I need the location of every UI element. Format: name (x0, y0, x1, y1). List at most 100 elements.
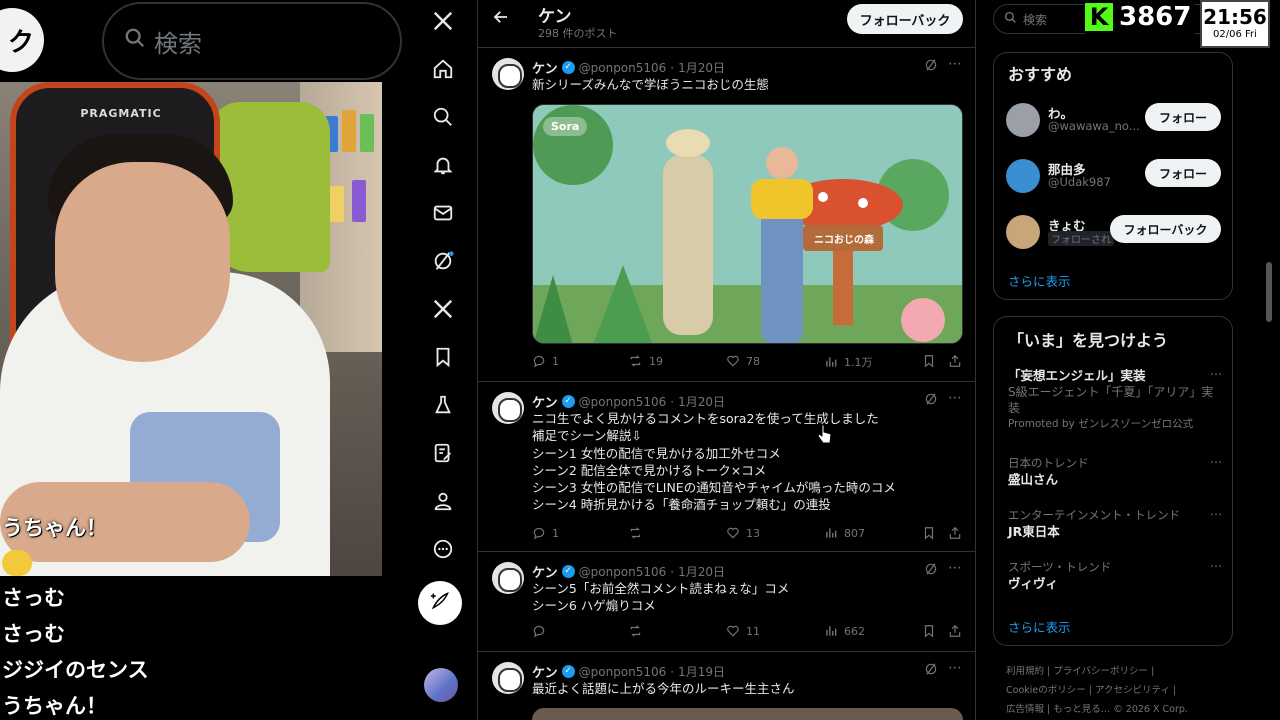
view-count: 1.1万 (844, 356, 873, 369)
post-avatar[interactable] (492, 562, 524, 594)
repost-button[interactable]: 19 (628, 354, 663, 368)
trend-item[interactable]: 日本のトレンド 盛山さん ⋯ (1008, 455, 1222, 488)
follow-button[interactable]: フォロー (1145, 159, 1221, 187)
like-button[interactable]: 78 (726, 354, 760, 368)
views-button[interactable]: 1.1万 (824, 354, 873, 370)
profile-icon[interactable] (430, 488, 456, 514)
dot-separator: · (670, 394, 675, 409)
compose-post-button[interactable] (418, 581, 462, 625)
post-date[interactable]: 1月20日 (678, 59, 725, 76)
post-author[interactable]: ケン ✓ @ponpon5106 · 1月20日 (532, 392, 725, 412)
post[interactable]: ケン ✓ @ponpon5106 · 1月20日 ⋯ シーン5「お前全然コメント… (478, 552, 975, 652)
scrollbar-thumb[interactable] (1266, 262, 1272, 322)
avatar[interactable] (1006, 215, 1040, 249)
bookmark-icon[interactable] (430, 344, 456, 370)
post-avatar[interactable] (492, 58, 524, 90)
post-author[interactable]: ケン ✓ @ponpon5106 · 1月20日 (532, 58, 725, 78)
more-options-icon[interactable]: ⋯ (948, 660, 962, 676)
follow-back-button[interactable]: フォローバック (847, 4, 963, 34)
trend-category: スポーツ・トレンド (1008, 560, 1112, 574)
post-date[interactable]: 1月19日 (678, 663, 725, 680)
follow-button[interactable]: フォロー (1145, 103, 1221, 131)
repost-button[interactable] (628, 624, 649, 638)
grok-icon[interactable] (924, 392, 938, 410)
x-premium-icon[interactable] (430, 296, 456, 322)
bookmark-button[interactable] (922, 624, 936, 638)
reply-button[interactable]: 1 (532, 526, 559, 540)
suggestion-item[interactable]: わ。 @wawawa_no... フォロー (1006, 99, 1226, 139)
post-author[interactable]: ケン ✓ @ponpon5106 · 1月20日 (532, 562, 725, 582)
post-date[interactable]: 1月20日 (678, 393, 725, 410)
post-avatar[interactable] (492, 392, 524, 424)
post[interactable]: ケン ✓ @ponpon5106 · 1月20日 ⋯ 新シリーズみんなで学ぼうニ… (478, 48, 975, 382)
like-button[interactable]: 13 (726, 526, 760, 540)
repost-count: 19 (649, 354, 663, 368)
grok-icon[interactable] (924, 662, 938, 680)
background-search-box[interactable]: 検索 (102, 2, 402, 80)
home-icon[interactable] (430, 56, 456, 82)
view-count: 807 (844, 526, 865, 540)
screen: ク 検索 PRAGMATIC うちゃん！ さっむ さっむ ジジイのセンス うちゃ… (0, 0, 1280, 720)
footer-line[interactable]: 利用規約 | プライバシーポリシー | (1006, 662, 1226, 681)
bell-icon[interactable] (430, 152, 456, 178)
reply-button[interactable]: 1 (532, 354, 559, 368)
grok-icon[interactable] (924, 562, 938, 580)
share-button[interactable] (948, 354, 962, 368)
reply-button[interactable] (532, 624, 552, 638)
dot-separator: · (670, 564, 675, 579)
post-text: ニコ生でよく見かけるコメントをsora2を使って生成しました 補足でシーン解説⇩… (532, 411, 896, 513)
grok-icon[interactable] (924, 58, 938, 76)
more-icon[interactable] (430, 536, 456, 562)
more-options-icon[interactable]: ⋯ (948, 560, 962, 576)
post-video[interactable]: Sora ニコおじの森 (532, 104, 963, 344)
grok-icon[interactable] (430, 248, 456, 274)
share-button[interactable] (948, 624, 962, 638)
x-logo-icon[interactable] (430, 8, 456, 34)
chat-emoji-icon (2, 550, 32, 576)
footer-line[interactable]: Cookieのポリシー | アクセシビリティ | (1006, 681, 1226, 700)
avatar[interactable] (1006, 103, 1040, 137)
search-icon[interactable] (430, 104, 456, 130)
clock-widget: 21:56 02/06 Fri (1200, 0, 1270, 48)
repost-button[interactable] (628, 526, 649, 540)
views-button[interactable]: 662 (824, 624, 865, 638)
show-more-link[interactable]: さらに表示 (1008, 271, 1071, 290)
post[interactable]: ケン ✓ @ponpon5106 · 1月19日 ⋯ 最近よく話題に上がる今年の… (478, 652, 975, 720)
post-media-partial[interactable] (532, 708, 963, 720)
back-arrow-icon[interactable] (492, 8, 510, 31)
trend-item[interactable]: 「妄想エンジェル」実装 S級エージェント「千夏」「アリア」実装 Promoted… (1008, 367, 1222, 432)
post-avatar[interactable] (492, 662, 524, 694)
more-options-icon[interactable]: ⋯ (1210, 455, 1222, 469)
avatar[interactable] (1006, 159, 1040, 193)
post[interactable]: ケン ✓ @ponpon5106 · 1月20日 ⋯ ニコ生でよく見かけるコメン… (478, 382, 975, 552)
more-options-icon[interactable]: ⋯ (948, 390, 962, 406)
suggestion-item[interactable]: きょむ フォローされ フォローバック (1006, 211, 1226, 251)
footer-line[interactable]: 広告情報 | もっと見る… © 2026 X Corp. (1006, 700, 1226, 719)
trends-title: 「いま」を見つけよう (1008, 331, 1169, 350)
account-avatar[interactable] (424, 668, 458, 702)
suggestion-handle: @Udak987 (1048, 175, 1111, 189)
show-more-link[interactable]: さらに表示 (1008, 617, 1071, 636)
bookmark-button[interactable] (922, 526, 936, 540)
mail-icon[interactable] (430, 200, 456, 226)
post-author[interactable]: ケン ✓ @ponpon5106 · 1月19日 (532, 662, 725, 682)
more-options-icon[interactable]: ⋯ (1210, 507, 1222, 521)
edit-list-icon[interactable] (430, 440, 456, 466)
follow-back-button[interactable]: フォローバック (1110, 215, 1221, 243)
partial-button[interactable]: ク (0, 8, 44, 72)
post-text: シーン5「お前全然コメント読まねぇな」コメ シーン6 ハゲ煽りコメ (532, 581, 790, 614)
like-button[interactable]: 11 (726, 624, 760, 638)
share-button[interactable] (948, 526, 962, 540)
flask-icon[interactable] (430, 392, 456, 418)
trend-title: 「妄想エンジェル」実装 (1008, 368, 1146, 383)
like-count: 13 (746, 526, 760, 540)
views-button[interactable]: 807 (824, 526, 865, 540)
trend-item[interactable]: スポーツ・トレンド ヴィヴィ ⋯ (1008, 559, 1222, 592)
more-options-icon[interactable]: ⋯ (948, 56, 962, 72)
bookmark-button[interactable] (922, 354, 936, 368)
more-options-icon[interactable]: ⋯ (1210, 559, 1222, 573)
more-options-icon[interactable]: ⋯ (1210, 367, 1222, 381)
suggestion-item[interactable]: 那由多 @Udak987 フォロー (1006, 155, 1226, 195)
post-date[interactable]: 1月20日 (678, 563, 725, 580)
trend-item[interactable]: エンターテインメント・トレンド JR東日本 ⋯ (1008, 507, 1222, 540)
